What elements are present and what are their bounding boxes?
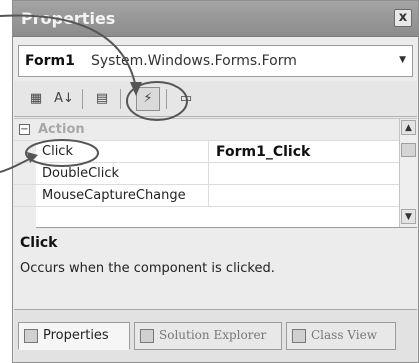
tab-solution-explorer[interactable]: Solution Explorer (134, 322, 282, 350)
properties-toolbar: ▦ A↓ ▤ ⚡ ▭ (14, 81, 417, 117)
toolbar-separator (166, 89, 167, 109)
close-button[interactable]: x (394, 9, 412, 27)
screenshot-stage: Properties x Form1 System.Windows.Forms.… (0, 0, 419, 363)
property-name: MouseCaptureChange (42, 188, 186, 203)
description-pane: Click Occurs when the component is click… (14, 229, 417, 301)
object-type: System.Windows.Forms.Form (91, 53, 297, 69)
events-lightning-icon[interactable]: ⚡ (136, 87, 160, 111)
description-title: Click (20, 235, 58, 251)
category-row: − Action (14, 119, 399, 141)
scroll-thumb[interactable] (401, 143, 416, 157)
alphabetical-sort-icon[interactable]: A↓ (52, 87, 76, 111)
property-name-cell: MouseCaptureChange (14, 185, 209, 206)
properties-window: Properties x Form1 System.Windows.Forms.… (12, 0, 419, 363)
property-name: Click (42, 144, 73, 159)
property-value[interactable]: Form1_Click (216, 144, 310, 160)
scroll-down-icon[interactable]: ▼ (401, 209, 416, 224)
toolbar-separator (120, 89, 121, 109)
property-name: DoubleClick (42, 166, 120, 181)
vertical-scrollbar[interactable]: ▲ ▼ (399, 119, 417, 227)
window-title: Properties (21, 9, 116, 28)
tab-properties[interactable]: Properties (18, 322, 130, 350)
tab-class-view[interactable]: Class View (286, 322, 396, 350)
collapse-toggle[interactable]: − (19, 124, 30, 135)
object-name: Form1 (25, 53, 75, 69)
title-bar[interactable]: Properties x (13, 1, 418, 37)
properties-icon (24, 329, 38, 343)
tab-label: Properties (43, 328, 109, 343)
categorized-icon[interactable]: ▦ (24, 87, 48, 111)
property-pages-icon[interactable]: ▭ (174, 87, 198, 111)
grid-row-mousecapturechange[interactable]: MouseCaptureChange (14, 185, 399, 207)
toolbar-separator (82, 89, 83, 109)
scroll-up-icon[interactable]: ▲ (401, 120, 416, 135)
tab-label: Solution Explorer (159, 328, 267, 342)
object-selector-dropdown[interactable]: Form1 System.Windows.Forms.Form ▼ (18, 45, 413, 77)
property-grid: − Action Click Form1_Click DoubleClick M… (14, 118, 417, 229)
category-label: Action (38, 122, 85, 137)
tool-window-tabs: Properties Solution Explorer Class View (14, 309, 417, 362)
chevron-down-icon[interactable]: ▼ (399, 55, 406, 65)
grid-row-doubleclick[interactable]: DoubleClick (14, 163, 399, 185)
description-text: Occurs when the component is clicked. (20, 261, 275, 276)
solution-explorer-icon (140, 329, 154, 343)
grid-row-click[interactable]: Click Form1_Click (14, 141, 399, 163)
property-name-cell: DoubleClick (14, 163, 209, 184)
tab-label: Class View (311, 328, 377, 342)
properties-view-icon[interactable]: ▤ (90, 87, 114, 111)
property-name-cell: Click (14, 141, 209, 162)
class-view-icon (292, 329, 306, 343)
